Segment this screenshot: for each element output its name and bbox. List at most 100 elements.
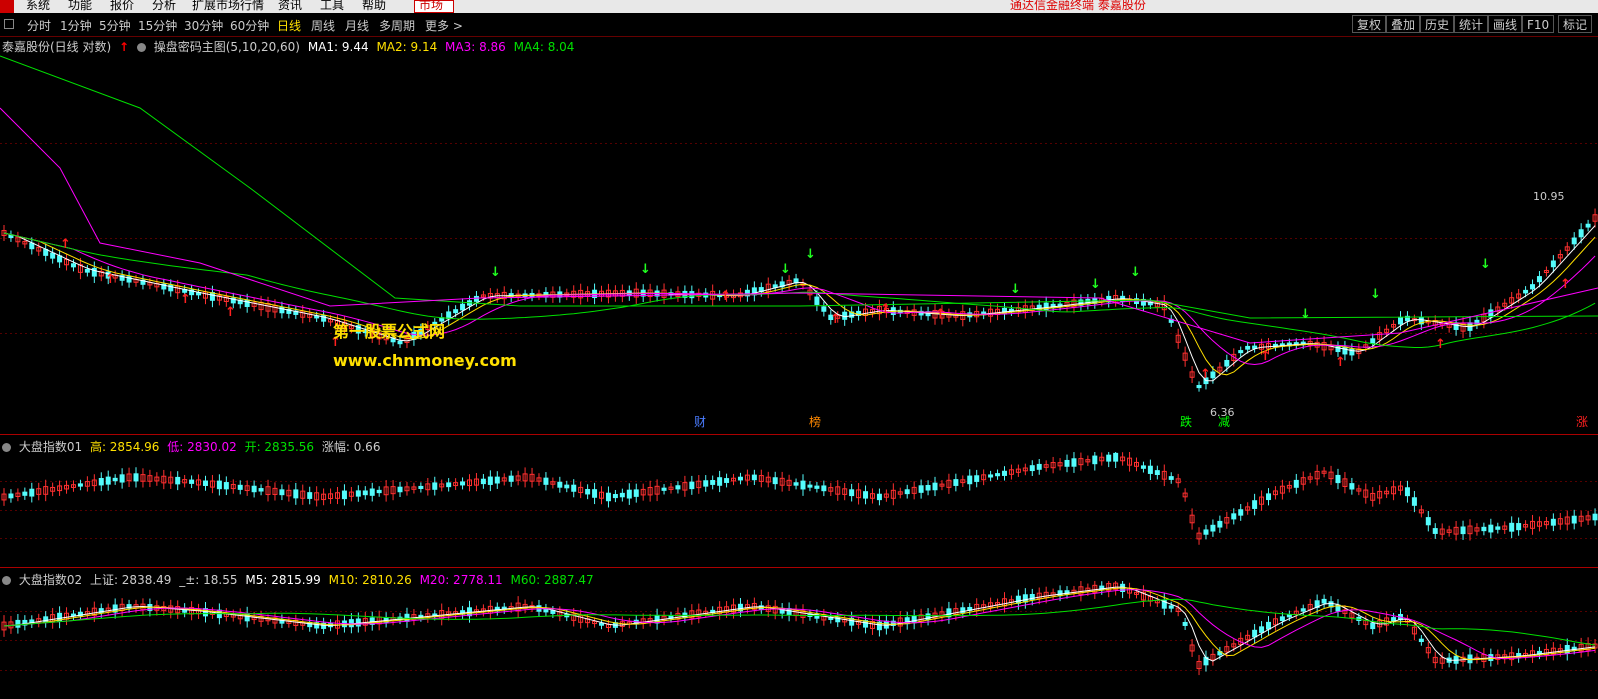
restore-rights-button[interactable]: 复权 (1352, 15, 1387, 33)
menu-tools[interactable]: 工具 (320, 0, 344, 13)
candle-body (1252, 500, 1258, 509)
mark-button[interactable]: 标记 (1558, 15, 1593, 33)
event-tag-list[interactable]: 榜 (809, 413, 821, 430)
menu-system[interactable]: 系统 (26, 0, 50, 13)
index01-chart[interactable] (0, 452, 1598, 567)
period-tab-1min[interactable]: 1分钟 (60, 17, 92, 34)
menu-extended-market[interactable]: 扩展市场行情 (192, 0, 264, 13)
candle-body (1231, 513, 1237, 520)
candle-body (717, 477, 723, 486)
signal-down-arrow-icon: ↓ (805, 247, 816, 262)
period-tab-60min[interactable]: 60分钟 (230, 17, 269, 34)
signal-up-arrow-icon: ↑ (935, 307, 946, 322)
candle-body (1279, 616, 1285, 621)
candle-body (1210, 524, 1216, 532)
candle-body (1182, 621, 1188, 626)
candle-body (8, 493, 14, 499)
candle-body (703, 480, 709, 487)
candle-body (1238, 509, 1244, 516)
candle-body (925, 485, 931, 491)
index02-chart[interactable] (0, 581, 1598, 699)
period-toolbar: 分时 1分钟 5分钟 15分钟 30分钟 60分钟 日线 周线 月线 多周期 更… (0, 14, 1598, 37)
candle-body (1210, 371, 1216, 379)
candle-body (1015, 595, 1021, 604)
candle-body (362, 490, 368, 496)
candle-body (1411, 497, 1417, 506)
menu-help[interactable]: 帮助 (362, 0, 386, 13)
history-button[interactable]: 历史 (1420, 15, 1455, 33)
event-tag-drop[interactable]: 跌 (1180, 413, 1192, 430)
candle-body (571, 484, 577, 492)
menu-analysis[interactable]: 分析 (152, 0, 176, 13)
period-tab-multi[interactable]: 多周期 (379, 17, 415, 34)
menu-news[interactable]: 资讯 (278, 0, 302, 13)
candle-body (1001, 470, 1007, 476)
event-tag-reduce[interactable]: 减 (1218, 413, 1230, 430)
candle-body (1418, 638, 1424, 643)
candle-body (119, 474, 125, 483)
signal-down-arrow-icon: ↓ (1010, 282, 1021, 297)
period-tab-daily[interactable]: 日线 (277, 17, 301, 34)
candle-body (689, 481, 695, 490)
candle-body (133, 473, 139, 482)
event-tag-rise[interactable]: 涨 (1576, 413, 1588, 430)
candle-body (675, 485, 681, 490)
period-tab-30min[interactable]: 30分钟 (184, 17, 223, 34)
candle-body (244, 299, 250, 307)
candle-body (543, 477, 549, 485)
candle-body (821, 485, 827, 492)
candle-body (1481, 526, 1487, 532)
candle-body (1071, 458, 1077, 467)
candle-body (216, 480, 222, 490)
event-tag-finance[interactable]: 财 (694, 413, 706, 430)
index01-menu-icon[interactable] (2, 443, 11, 452)
signal-down-arrow-icon: ↓ (490, 265, 501, 280)
period-tab-15min[interactable]: 15分钟 (138, 17, 177, 34)
statistics-button[interactable]: 统计 (1454, 15, 1489, 33)
menu-bar: 系统 功能 报价 分析 扩展市场行情 资讯 工具 帮助 市场 通达信金融终端 泰… (0, 0, 1598, 13)
period-tab-intraday[interactable]: 分时 (27, 17, 51, 34)
period-tab-weekly[interactable]: 周线 (311, 17, 335, 34)
candle-body (397, 486, 403, 493)
draw-line-button[interactable]: 画线 (1488, 15, 1523, 33)
menu-function[interactable]: 功能 (68, 0, 92, 13)
overlay-button[interactable]: 叠加 (1386, 15, 1421, 33)
period-tab-monthly[interactable]: 月线 (345, 17, 369, 34)
candle-body (1488, 309, 1494, 318)
candle-body (1168, 476, 1174, 480)
candle-body (1398, 316, 1404, 325)
candle-body (1154, 470, 1160, 475)
main-candlestick-chart[interactable]: ↑↑↑↑↑↓ ↓↑↓↓↑↑ ↑↓ ↓↓↑↑↓↑↓↑↓↑ (0, 48, 1598, 428)
candle-body (1092, 455, 1098, 465)
candle-body (1293, 479, 1299, 488)
candle-body (1266, 493, 1272, 501)
candle-body (473, 295, 479, 302)
watermark-url: www.chnmoney.com (333, 351, 517, 370)
candle-body (814, 485, 820, 489)
candle-body (1425, 517, 1431, 526)
candle-body (1259, 626, 1265, 633)
candle-body (793, 482, 799, 486)
candle-body (446, 311, 452, 320)
candle-body (293, 489, 299, 499)
signal-up-arrow-icon: ↑ (105, 272, 116, 287)
menu-quote[interactable]: 报价 (110, 0, 134, 13)
signal-down-arrow-icon: ↓ (1300, 307, 1311, 322)
f10-button[interactable]: F10 (1522, 15, 1555, 33)
market-button[interactable]: 市场 (414, 0, 454, 13)
candle-body (446, 482, 452, 488)
candle-body (1217, 520, 1223, 528)
candle-body (1245, 345, 1251, 350)
candle-body (404, 613, 410, 622)
window-icon[interactable] (4, 19, 14, 29)
candle-body (585, 489, 591, 495)
period-tab-more[interactable]: 更多 > (425, 17, 463, 34)
candle-body (1460, 526, 1466, 535)
window-title: 通达信金融终端 泰嘉股份 (1010, 0, 1146, 12)
signal-down-arrow-icon: ↓ (1480, 257, 1491, 272)
candle-body (710, 480, 716, 485)
period-tab-5min[interactable]: 5分钟 (99, 17, 131, 34)
candle-body (807, 484, 813, 488)
candle-body (202, 480, 208, 486)
candle-body (1266, 621, 1272, 630)
